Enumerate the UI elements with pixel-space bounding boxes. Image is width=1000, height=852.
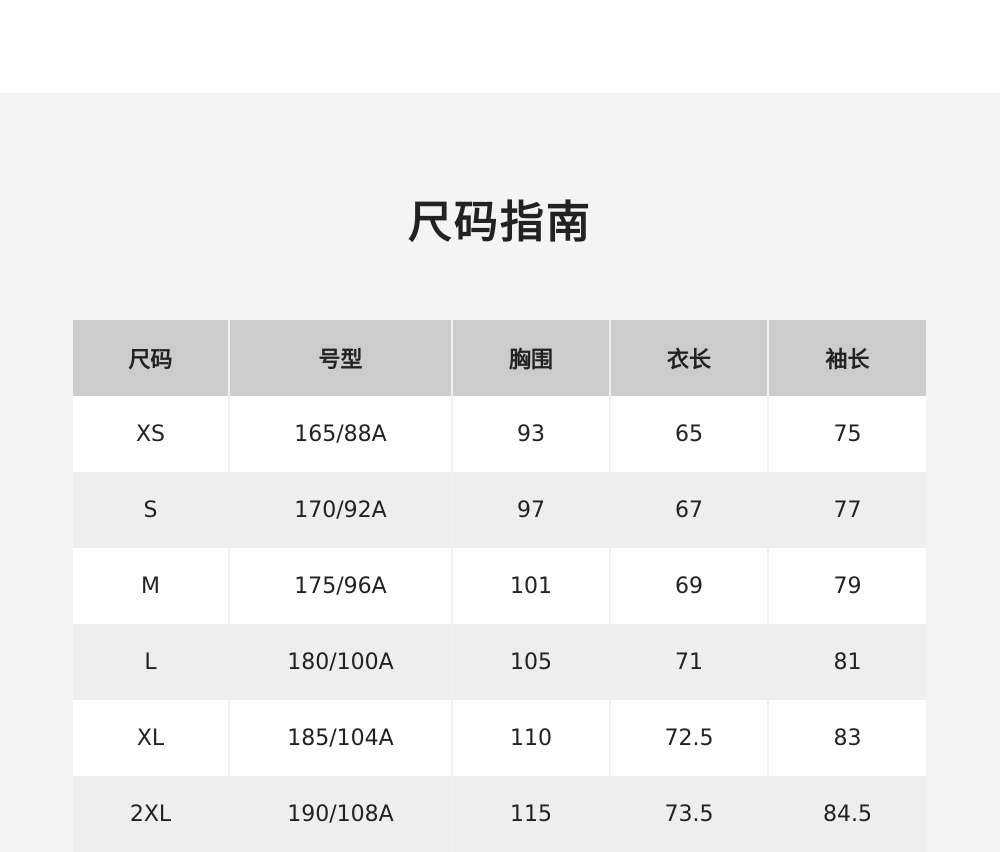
cell-chest: 93 bbox=[451, 396, 611, 472]
table-row: L 180/100A 105 71 81 bbox=[73, 624, 926, 700]
cell-chest: 115 bbox=[451, 776, 611, 852]
cell-length: 67 bbox=[609, 472, 769, 548]
cell-size: XS bbox=[73, 396, 230, 472]
cell-length: 71 bbox=[609, 624, 769, 700]
cell-chest: 101 bbox=[451, 548, 611, 624]
cell-size: L bbox=[73, 624, 230, 700]
cell-length: 65 bbox=[609, 396, 769, 472]
cell-sleeve: 83 bbox=[767, 700, 926, 776]
cell-length: 69 bbox=[609, 548, 769, 624]
page-title: 尺码指南 bbox=[408, 197, 592, 248]
header-sleeve: 袖长 bbox=[767, 320, 926, 396]
table-row: XS 165/88A 93 65 75 bbox=[73, 396, 926, 472]
table-header-row: 尺码 号型 胸围 衣长 袖长 bbox=[73, 320, 926, 396]
cell-size: 2XL bbox=[73, 776, 230, 852]
cell-model: 190/108A bbox=[228, 776, 453, 852]
top-blank-band bbox=[0, 0, 1000, 93]
table-row: 2XL 190/108A 115 73.5 84.5 bbox=[73, 776, 926, 852]
cell-sleeve: 75 bbox=[767, 396, 926, 472]
cell-length: 73.5 bbox=[609, 776, 769, 852]
cell-chest: 97 bbox=[451, 472, 611, 548]
cell-chest: 110 bbox=[451, 700, 611, 776]
size-table: 尺码 号型 胸围 衣长 袖长 XS 165/88A 93 65 75 S 170… bbox=[73, 320, 926, 852]
cell-size: M bbox=[73, 548, 230, 624]
cell-length: 72.5 bbox=[609, 700, 769, 776]
cell-sleeve: 77 bbox=[767, 472, 926, 548]
table-row: S 170/92A 97 67 77 bbox=[73, 472, 926, 548]
header-size: 尺码 bbox=[73, 320, 230, 396]
cell-model: 180/100A bbox=[228, 624, 453, 700]
header-model: 号型 bbox=[228, 320, 453, 396]
cell-sleeve: 79 bbox=[767, 548, 926, 624]
table-row: M 175/96A 101 69 79 bbox=[73, 548, 926, 624]
cell-model: 165/88A bbox=[228, 396, 453, 472]
cell-chest: 105 bbox=[451, 624, 611, 700]
table-row: XL 185/104A 110 72.5 83 bbox=[73, 700, 926, 776]
cell-model: 185/104A bbox=[228, 700, 453, 776]
cell-model: 170/92A bbox=[228, 472, 453, 548]
cell-size: XL bbox=[73, 700, 230, 776]
cell-model: 175/96A bbox=[228, 548, 453, 624]
header-chest: 胸围 bbox=[451, 320, 611, 396]
header-length: 衣长 bbox=[609, 320, 769, 396]
cell-sleeve: 81 bbox=[767, 624, 926, 700]
cell-size: S bbox=[73, 472, 230, 548]
cell-sleeve: 84.5 bbox=[767, 776, 926, 852]
